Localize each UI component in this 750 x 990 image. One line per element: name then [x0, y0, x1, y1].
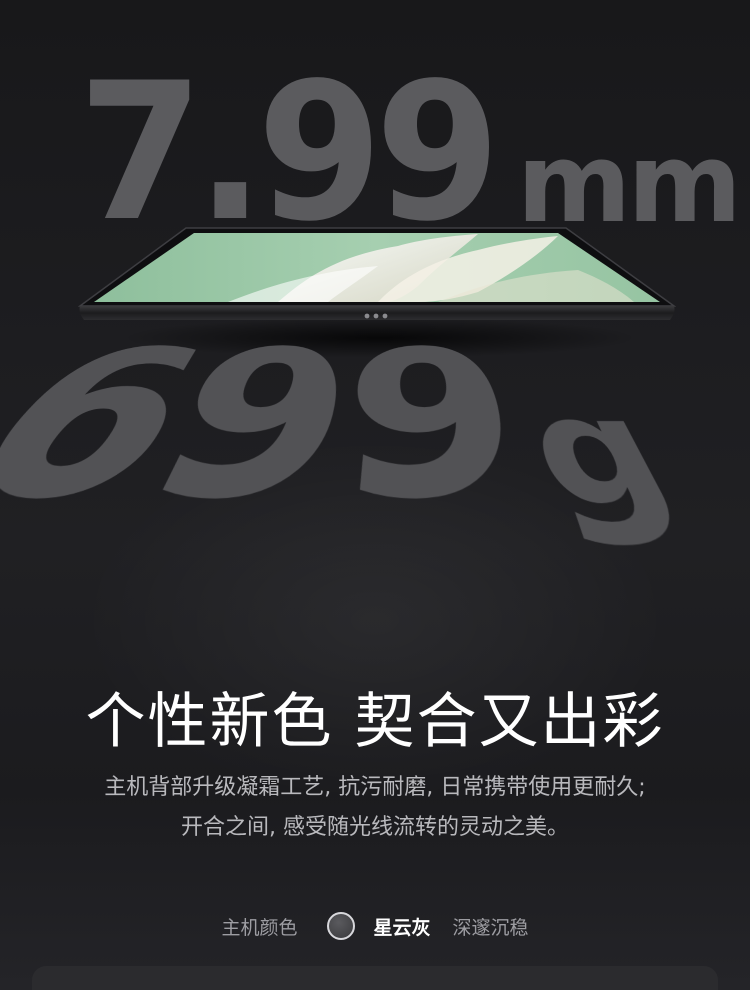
- hero-section: 7.99 mm 699 g: [0, 0, 750, 576]
- weight-unit: g: [515, 379, 700, 551]
- thickness-figure: 7.99 mm: [78, 42, 742, 263]
- description: 主机背部升级凝霜工艺, 抗污耐磨, 日常携带使用更耐久; 开合之间, 感受随光线…: [0, 768, 750, 848]
- color-selector: 主机颜色 星云灰 深邃沉稳: [0, 906, 750, 946]
- description-line-2: 开合之间, 感受随光线流转的灵动之美。: [181, 815, 569, 840]
- tablet-image: [78, 226, 676, 328]
- product-page: 7.99 mm 699 g 个性新色 契合又出彩 主机背部升级凝霜工艺, 抗污耐…: [0, 0, 750, 990]
- thickness-unit: mm: [516, 119, 742, 247]
- color-swatch-selected[interactable]: [327, 912, 356, 940]
- color-option[interactable]: 深邃沉稳: [453, 913, 529, 940]
- thickness-value: 7.99: [78, 42, 501, 263]
- tablet-illustration: [78, 227, 676, 320]
- headline: 个性新色 契合又出彩: [85, 687, 665, 758]
- weight-value: 699: [0, 321, 550, 576]
- weight-figure: 699 g: [0, 321, 716, 576]
- description-line-1: 主机背部升级凝霜工艺, 抗污耐磨, 日常携带使用更耐久;: [104, 775, 646, 800]
- next-section-card: [32, 966, 718, 990]
- color-selector-label: 主机颜色: [221, 916, 298, 939]
- color-option-selected[interactable]: 星云灰: [373, 913, 430, 940]
